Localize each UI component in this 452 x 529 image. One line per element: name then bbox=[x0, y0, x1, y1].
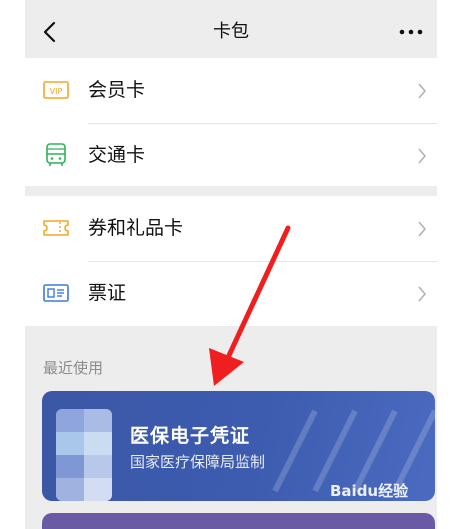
recently-used-label: 最近使用 bbox=[43, 359, 104, 377]
card-group-secondary: 券和礼品卡 票证 bbox=[25, 196, 437, 326]
svg-text:VIP: VIP bbox=[50, 87, 63, 96]
card-subtitle: 国家医疗保障局监制 bbox=[130, 453, 266, 471]
blurred-logo-icon bbox=[56, 409, 112, 501]
list-item-tickets-ids[interactable]: 票证 bbox=[25, 261, 437, 326]
ticket-icon bbox=[43, 220, 69, 236]
bus-icon bbox=[46, 143, 66, 166]
card-group-primary: VIP 会员卡 交通卡 bbox=[25, 58, 437, 186]
vip-card-icon: VIP bbox=[43, 81, 69, 99]
chevron-right-icon bbox=[418, 83, 427, 99]
card-wallet-screen: 卡包 VIP 会员卡 交通卡 券和礼品卡 票证 最近使用 医保电子凭证 国家医疗… bbox=[25, 0, 437, 529]
next-card-peek[interactable] bbox=[42, 513, 435, 529]
page-title: 卡包 bbox=[213, 21, 249, 42]
chevron-right-icon bbox=[418, 221, 427, 237]
list-item-label: 券和礼品卡 bbox=[88, 217, 184, 239]
nav-bar: 卡包 bbox=[25, 0, 437, 62]
list-item-coupons-gift-cards[interactable]: 券和礼品卡 bbox=[25, 196, 437, 262]
list-item-label: 会员卡 bbox=[88, 79, 146, 101]
id-card-icon bbox=[43, 284, 69, 302]
chevron-right-icon bbox=[418, 286, 427, 302]
list-item-transit-card[interactable]: 交通卡 bbox=[25, 123, 437, 188]
more-icon[interactable] bbox=[397, 18, 425, 46]
list-item-label: 票证 bbox=[88, 282, 127, 304]
chevron-right-icon bbox=[418, 148, 427, 164]
list-item-membership-card[interactable]: VIP 会员卡 bbox=[25, 58, 437, 124]
card-title: 医保电子凭证 bbox=[130, 425, 251, 447]
watermark: Baidu经验 bbox=[330, 482, 409, 500]
list-item-label: 交通卡 bbox=[88, 144, 146, 166]
